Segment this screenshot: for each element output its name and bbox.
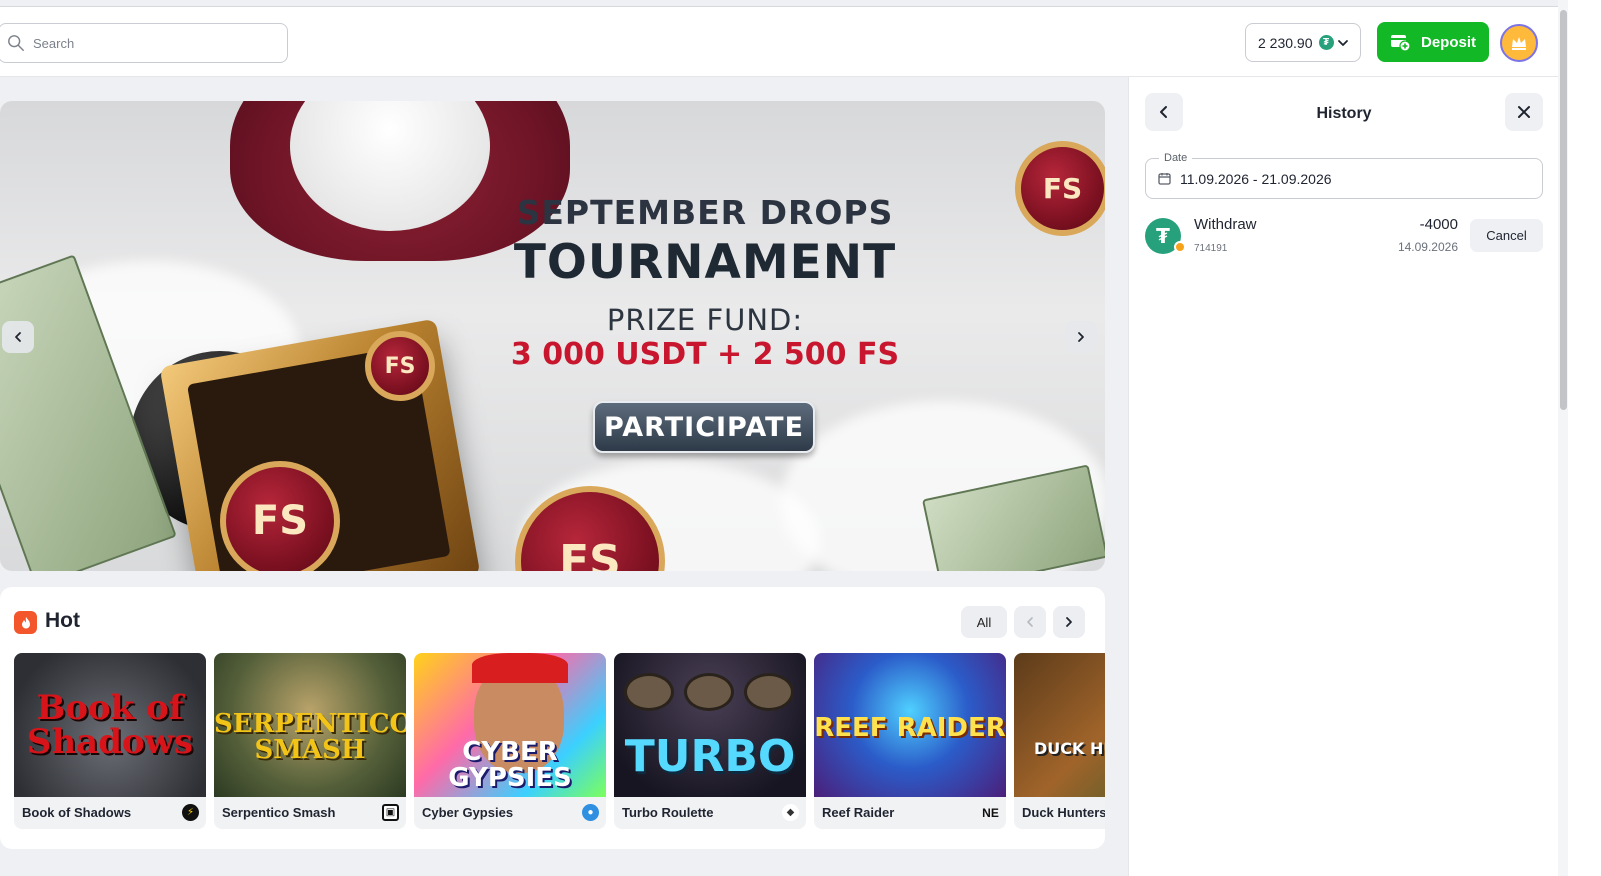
section-title: Hot xyxy=(45,609,80,632)
pending-status-icon xyxy=(1174,241,1186,253)
game-name: Book of Shadows xyxy=(22,805,132,820)
lightning-icon: ⚡ xyxy=(182,804,199,821)
game-name: Cyber Gypsies xyxy=(422,805,514,820)
transaction-type: Withdraw xyxy=(1194,216,1257,233)
date-range-value: 11.09.2026 - 21.09.2026 xyxy=(1180,170,1332,187)
avatar[interactable] xyxy=(1500,24,1538,62)
search-box[interactable] xyxy=(0,23,288,63)
window-edge xyxy=(1568,0,1601,876)
transaction-date: 14.09.2026 xyxy=(1397,240,1458,254)
game-thumbnail: CYBER GYPSIES xyxy=(414,653,606,797)
wallet-plus-icon xyxy=(1391,35,1411,52)
game-card[interactable]: CYBER GYPSIES Cyber Gypsies ● xyxy=(414,653,606,829)
history-panel: History 11.09.2026 - 21.09.2026 Date ₮ W… xyxy=(1128,77,1558,876)
top-header: 2 230.90 ₮ Deposit xyxy=(0,7,1568,77)
panel-title: History xyxy=(1316,105,1372,122)
chevron-down-icon xyxy=(1337,39,1348,46)
scrollbar-thumb[interactable] xyxy=(1560,10,1567,410)
deposit-label: Deposit xyxy=(1421,33,1477,51)
cube-icon: ▣ xyxy=(382,804,399,821)
calendar-icon xyxy=(1158,173,1171,185)
hot-games-section: Hot All Book of Shadows Book of Shadows … xyxy=(0,587,1105,849)
banner-next-button[interactable] xyxy=(1065,321,1097,353)
view-all-button[interactable]: All xyxy=(961,606,1007,638)
banner-line-1: SEPTEMBER DROPS xyxy=(516,193,894,232)
balance-amount: 2 230.90 xyxy=(1258,34,1313,51)
game-thumbnail: SERPENTICO SMASH xyxy=(214,653,406,797)
promo-banner[interactable]: FS FS FS FS SEPTEMBER DROPS TOURNAMENT P… xyxy=(0,101,1105,571)
banner-prize-label: PRIZE FUND: xyxy=(606,303,804,337)
tether-icon: ₮ xyxy=(1318,35,1334,50)
close-icon xyxy=(1518,106,1530,118)
game-thumbnail: Book of Shadows xyxy=(14,653,206,797)
chevron-right-icon xyxy=(1078,332,1084,342)
game-thumbnail: DUCK HU xyxy=(1014,653,1105,797)
transaction-id: 714191 xyxy=(1194,243,1228,254)
banner-line-2: TOURNAMENT xyxy=(513,235,897,290)
fire-icon xyxy=(14,611,37,634)
balance-selector[interactable]: 2 230.90 ₮ xyxy=(1245,23,1361,62)
game-name: Reef Raider xyxy=(822,805,895,820)
participate-button[interactable]: PARTICIPATE xyxy=(593,401,815,453)
banner-prev-button[interactable] xyxy=(2,321,34,353)
fs-coin-graphic: FS xyxy=(1015,141,1105,236)
search-input[interactable] xyxy=(33,35,273,51)
game-card[interactable]: TURBO Turbo Roulette ◆ xyxy=(614,653,806,829)
transaction-amount: -4000 xyxy=(1419,216,1458,233)
date-range-field[interactable]: 11.09.2026 - 21.09.2026 xyxy=(1145,158,1543,199)
game-card[interactable]: DUCK HU Duck Hunters xyxy=(1014,653,1105,829)
hot-next-button[interactable] xyxy=(1053,606,1085,638)
game-thumbnail: TURBO xyxy=(614,653,806,797)
hot-prev-button[interactable] xyxy=(1014,606,1046,638)
game-card[interactable]: Book of Shadows Book of Shadows ⚡ xyxy=(14,653,206,829)
game-name: Serpentico Smash xyxy=(222,805,336,820)
game-name: Duck Hunters xyxy=(1022,805,1105,820)
banner-prize-amount: 3 000 USDT + 2 500 FS xyxy=(510,337,900,372)
game-card[interactable]: REEF RAIDER Reef Raider NE xyxy=(814,653,1006,829)
cancel-transaction-button[interactable]: Cancel xyxy=(1470,219,1543,252)
game-card[interactable]: SERPENTICO SMASH Serpentico Smash ▣ xyxy=(214,653,406,829)
fs-coin-graphic: FS xyxy=(220,461,340,571)
game-thumbnail: REEF RAIDER xyxy=(814,653,1006,797)
chevron-left-icon xyxy=(15,332,21,342)
provider-logo: NE xyxy=(982,805,999,820)
date-field-label: Date xyxy=(1159,152,1193,164)
drop-icon: ● xyxy=(582,804,599,821)
chevron-right-icon xyxy=(1066,617,1072,627)
game-name: Turbo Roulette xyxy=(622,805,714,820)
owl-icon: ◆ xyxy=(782,804,799,821)
crown-icon xyxy=(1512,37,1526,50)
deposit-button[interactable]: Deposit xyxy=(1377,22,1489,62)
search-icon xyxy=(8,35,24,51)
close-button[interactable] xyxy=(1505,93,1543,131)
chevron-left-icon xyxy=(1027,617,1033,627)
